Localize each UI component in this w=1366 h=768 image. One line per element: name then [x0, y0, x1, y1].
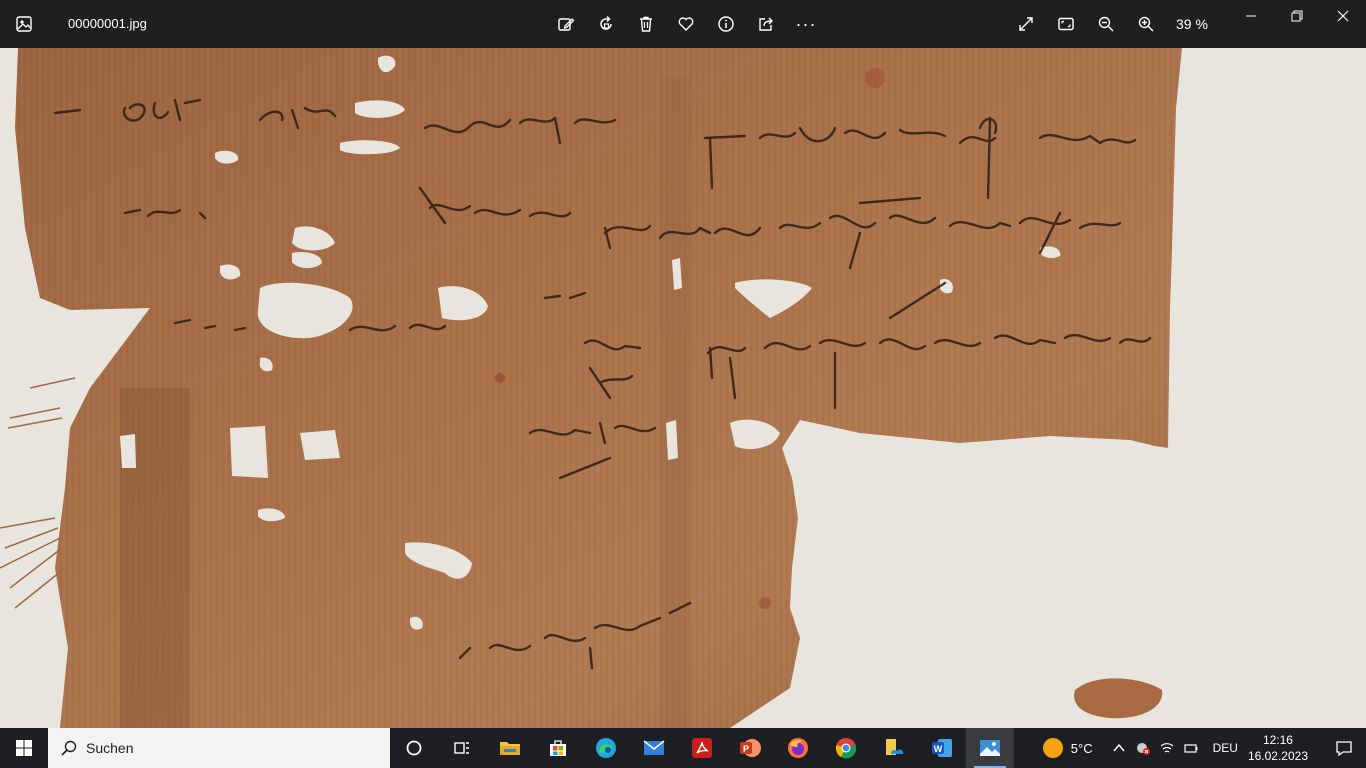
title-bar: 00000001.jpg ··· 39 % [0, 0, 1366, 48]
powerpoint-icon: P [740, 739, 761, 757]
taskbar: Suchen P W 5°C DEU 12:16 16.02.2023 [0, 728, 1366, 768]
taskbar-app-firefox[interactable] [774, 728, 822, 768]
papyrus-image [0, 48, 1182, 728]
file-name: 00000001.jpg [68, 16, 147, 31]
photos-icon [980, 740, 1000, 756]
word-icon: W [932, 739, 952, 757]
actual-size-button[interactable] [1050, 8, 1082, 40]
zoom-out-icon [1098, 16, 1114, 32]
window-controls [1228, 0, 1366, 48]
taskbar-app-file-explorer[interactable] [486, 728, 534, 768]
windows-logo-icon [16, 740, 32, 756]
restore-icon [1291, 10, 1303, 22]
taskbar-app-acrobat[interactable] [678, 728, 726, 768]
zoom-in-icon [1138, 16, 1154, 32]
taskbar-clock[interactable]: 12:16 16.02.2023 [1248, 732, 1308, 764]
fit-window-icon [1058, 17, 1074, 31]
rotate-icon [600, 15, 612, 30]
taskbar-app-photos[interactable] [966, 728, 1014, 768]
tray-wifi[interactable] [1155, 728, 1179, 768]
cortana-icon [406, 740, 422, 756]
restore-button[interactable] [1274, 0, 1320, 32]
network-error-icon [1136, 743, 1150, 755]
mail-icon [643, 740, 665, 755]
close-button[interactable] [1320, 0, 1366, 32]
store-icon [550, 740, 566, 756]
battery-icon [1183, 744, 1198, 753]
edit-button[interactable] [550, 8, 582, 40]
firefox-icon [788, 738, 808, 758]
folder-icon [500, 742, 520, 755]
chrome-icon [835, 738, 857, 759]
taskbar-app-store[interactable] [534, 728, 582, 768]
svg-text:W: W [934, 744, 943, 754]
delete-button[interactable] [630, 8, 662, 40]
image-toolbar: ··· [550, 8, 822, 40]
heart-icon [678, 17, 694, 31]
zoom-level[interactable]: 39 % [1176, 16, 1216, 32]
tray-network-error[interactable] [1131, 728, 1155, 768]
tray-battery[interactable] [1179, 728, 1203, 768]
cortana-button[interactable] [390, 728, 438, 768]
photos-app-icon [14, 14, 34, 34]
share-button[interactable] [750, 8, 782, 40]
wifi-icon [1160, 743, 1173, 753]
taskbar-app-edge[interactable] [582, 728, 630, 768]
minimize-button[interactable] [1228, 0, 1274, 32]
taskbar-search[interactable]: Suchen [48, 728, 390, 768]
notification-icon [1336, 741, 1352, 757]
fullscreen-button[interactable] [1010, 8, 1042, 40]
close-icon [1337, 10, 1349, 22]
input-language[interactable]: DEU [1213, 741, 1238, 755]
more-button[interactable]: ··· [790, 8, 822, 40]
taskbar-app-files[interactable] [870, 728, 918, 768]
files-cloud-icon [886, 739, 904, 755]
edit-image-icon [558, 18, 575, 31]
task-view-icon [454, 742, 469, 754]
taskbar-app-word[interactable]: W [918, 728, 966, 768]
expand-icon [1019, 17, 1033, 31]
weather-widget[interactable]: 5°C [1042, 738, 1093, 758]
zoom-out-button[interactable] [1090, 8, 1122, 40]
svg-text:P: P [743, 744, 749, 754]
show-hidden-icons-button[interactable] [1107, 728, 1131, 768]
clock-date: 16.02.2023 [1247, 749, 1308, 763]
taskbar-app-mail[interactable] [630, 728, 678, 768]
notification-center-button[interactable] [1322, 728, 1366, 768]
system-tray: 5°C DEU 12:16 16.02.2023 [1042, 728, 1366, 768]
search-label: Suchen [86, 740, 134, 756]
acrobat-icon [692, 738, 712, 758]
taskbar-app-powerpoint[interactable]: P [726, 728, 774, 768]
minimize-icon [1246, 15, 1256, 17]
zoom-in-button[interactable] [1130, 8, 1162, 40]
weather-temperature: 5°C [1070, 740, 1093, 756]
more-icon: ··· [795, 13, 817, 34]
start-button[interactable] [0, 728, 48, 768]
chevron-up-icon [1113, 743, 1125, 752]
taskbar-app-chrome[interactable] [822, 728, 870, 768]
rotate-button[interactable] [590, 8, 622, 40]
edge-icon [596, 738, 616, 758]
image-viewer-canvas[interactable] [0, 48, 1366, 728]
weather-sun-icon [1042, 738, 1063, 758]
task-view-button[interactable] [438, 728, 486, 768]
favorite-button[interactable] [670, 8, 702, 40]
info-icon [718, 16, 734, 32]
clock-time: 12:16 [1262, 733, 1293, 747]
share-icon [759, 17, 773, 31]
info-button[interactable] [710, 8, 742, 40]
search-icon [61, 740, 77, 756]
trash-icon [640, 16, 652, 32]
view-tools: 39 % [1010, 8, 1216, 40]
